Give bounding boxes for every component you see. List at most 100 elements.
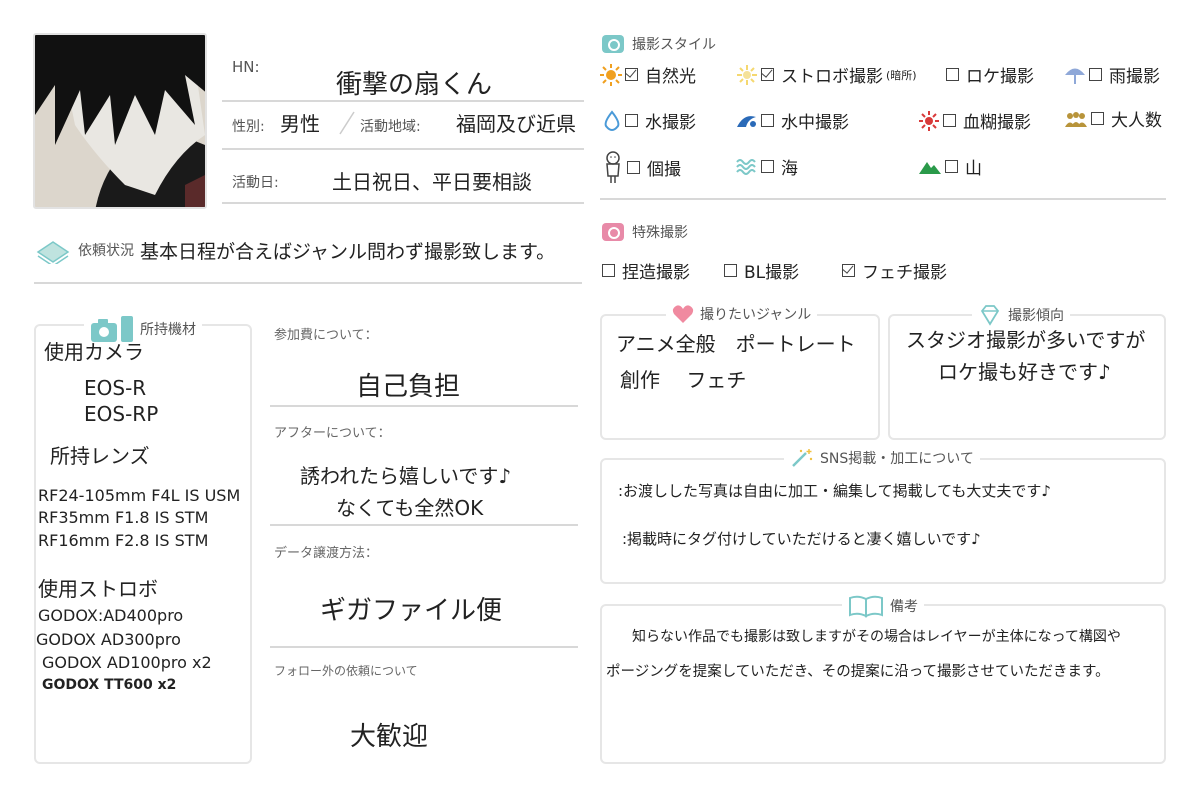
days-value: 土日祝日、平日要相談 [332,170,532,194]
avatar [33,33,207,209]
strobe-heading: 使用ストロボ [38,577,158,601]
style-option-sea[interactable]: 海 [736,154,798,179]
lens-heading: 所持レンズ [50,444,150,468]
hn-label: HN: [232,58,260,76]
checkbox[interactable] [602,264,615,277]
divider [270,646,578,648]
style-option-underwater[interactable]: 水中撮影 [736,108,849,133]
style-header: 撮影スタイル [602,34,716,54]
avatar-illustration [35,35,205,207]
magic-wand-icon [792,449,813,467]
nonfollow-value: 大歓迎 [350,722,429,752]
special-option-bl[interactable]: BL撮影 [724,258,799,283]
camera-icon [602,223,624,241]
lens-item: RF16mm F2.8 IS STM [38,531,209,550]
style-option-individual[interactable]: 個撮 [602,150,681,184]
camera-heading: 使用カメラ [44,340,144,364]
sun-icon [600,63,622,86]
divider [600,198,1166,200]
genre-title: 撮りたいジャンル [666,304,818,324]
sns-title: SNS掲載・加工について [784,448,980,468]
camera-item: EOS-RP [84,402,159,426]
umbrella-icon [1065,68,1085,84]
open-book-icon [849,595,883,618]
special-option-fabricated[interactable]: 捏造撮影 [602,258,690,283]
strobe-item: GODOX AD300pro [36,630,181,649]
checkbox[interactable] [627,160,640,174]
checkbox[interactable] [761,68,774,81]
divider [270,405,578,407]
after-line-1: 誘われたら嬉しいです♪ [300,464,512,488]
water-drop-icon [604,109,620,131]
gender-label: 性別: [232,119,265,135]
area-value: 福岡及び近県 [456,112,576,136]
checkbox[interactable] [842,264,855,277]
swimmer-icon [737,115,756,127]
splatter-icon [919,110,939,131]
camera-item: EOS-R [84,376,147,400]
strobe-item: GODOX:AD400pro [38,606,184,625]
style-option-natural-light[interactable]: 自然光 [600,62,696,87]
mountain-icon [919,161,941,174]
tendency-line-2: ロケ撮も好きです♪ [938,360,1111,384]
checkbox[interactable] [724,264,737,277]
special-header: 特殊撮影 [602,222,688,242]
camera-icon [602,35,624,53]
notes-title: 備考 [842,594,924,618]
checkbox[interactable] [761,114,774,127]
special-option-fetish[interactable]: フェチ撮影 [842,258,947,283]
checkbox[interactable] [1091,112,1104,125]
sns-box: SNS掲載・加工について [600,448,1166,584]
slash-divider [339,111,355,135]
heart-icon [672,305,694,323]
lens-item: RF35mm F1.8 IS STM [38,508,209,527]
group-icon [1065,111,1087,127]
diamond-icon [980,305,1000,326]
nonfollow-label: フォロー外の依頼について [274,664,418,678]
tendency-line-1: スタジオ撮影が多いですが [906,328,1146,352]
lens-item: RF24-105mm F4L IS USM [38,486,241,505]
sns-line-1: :お渡しした写真は自由に加工・編集して掲載しても大丈夫です♪ [618,482,1051,500]
checkbox[interactable] [625,114,638,127]
days-label: 活動日: [232,175,279,191]
checkbox[interactable] [945,160,958,173]
strobe-item: GODOX AD100pro x2 [42,653,212,672]
divider [222,148,584,150]
style-option-group[interactable]: 大人数 [1064,106,1162,131]
request-label: 依頼状況 [78,243,134,259]
area-label: 活動地域: [360,119,421,135]
sns-line-2: :掲載時にタグ付けしていただけると凄く嬉しいです♪ [622,530,981,548]
divider [270,524,578,526]
checkbox[interactable] [946,68,959,81]
divider [222,202,584,204]
checkbox[interactable] [761,160,774,173]
checkbox[interactable] [625,68,638,81]
notes-line-2: ポージングを提案していただき、その提案に沿って撮影させていただきます。 [606,664,1110,680]
style-option-mountain[interactable]: 山 [918,154,982,179]
strobe-item: GODOX TT600 x2 [42,677,177,693]
style-option-location[interactable]: ロケ撮影 [946,62,1034,87]
after-label: アフターについて： [274,426,391,441]
person-icon [606,151,620,183]
request-value: 基本日程が合えばジャンル問わず撮影致します。 [140,240,556,263]
gender-value: 男性 [280,112,320,136]
book-stack-icon [36,241,70,264]
waves-icon [736,158,756,175]
checkbox[interactable] [1089,68,1102,81]
genre-line-1: アニメ全般 ポートレート [616,332,856,356]
style-option-strobe[interactable]: ストロボ撮影 (暗所) [736,62,917,87]
divider [222,100,584,102]
notes-line-1: 知らない作品でも撮影は致しますがその場合はレイヤーが主体になって構図や [632,629,1121,645]
style-option-water[interactable]: 水撮影 [602,108,696,133]
genre-line-2: 創作 フェチ [620,368,747,392]
flash-icon [737,64,757,85]
delivery-value: ギガファイル便 [320,596,503,626]
fee-label: 参加費について： [274,328,378,343]
style-option-blood[interactable]: 血糊撮影 [918,108,1031,133]
after-line-2: なくても全然OK [336,496,484,520]
checkbox[interactable] [943,114,956,127]
style-option-rain[interactable]: 雨撮影 [1064,62,1160,87]
hn-value: 衝撃の扇くん [336,70,493,100]
tendency-title: 撮影傾向 [972,304,1070,326]
delivery-label: データ譲渡方法： [274,546,379,561]
